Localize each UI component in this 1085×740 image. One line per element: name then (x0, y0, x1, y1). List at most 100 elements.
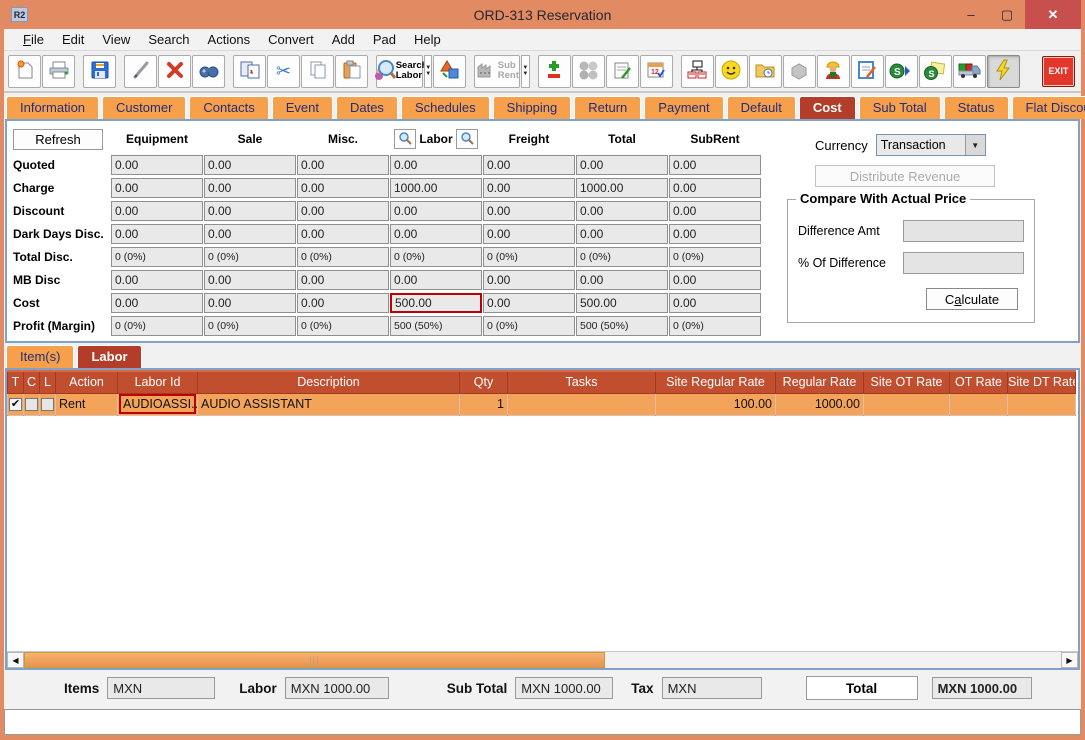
cost-cell-1-1[interactable]: 0.00 (204, 178, 296, 198)
labor-col-7[interactable]: Tasks (508, 371, 656, 393)
shipping-button[interactable] (953, 55, 986, 88)
tab-return[interactable]: Return (574, 96, 641, 119)
exit-button[interactable]: EXIT (1042, 56, 1075, 87)
sub-rent-spinner[interactable]: ▼▼ (521, 55, 529, 88)
cut-button[interactable]: ✂ (267, 55, 300, 88)
cost-cell-5-6[interactable]: 0.00 (669, 270, 761, 290)
cost-cell-4-5[interactable]: 0 (0%) (576, 247, 668, 267)
cost-cell-5-2[interactable]: 0.00 (297, 270, 389, 290)
cost-cell-0-1[interactable]: 0.00 (204, 155, 296, 175)
find-button[interactable] (192, 55, 225, 88)
cost-cell-7-0[interactable]: 0 (0%) (111, 316, 203, 336)
tab-labor[interactable]: Labor (77, 345, 141, 368)
shapes-button[interactable] (433, 55, 466, 88)
edit-button[interactable] (124, 55, 157, 88)
cost-cell-3-4[interactable]: 0.00 (483, 224, 575, 244)
scroll-right-icon[interactable]: ▶ (1061, 652, 1078, 668)
cost-cell-2-5[interactable]: 0.00 (576, 201, 668, 221)
labor-cell-tasks[interactable] (508, 393, 656, 415)
distribute-revenue-button[interactable]: Distribute Revenue (815, 165, 995, 187)
labor-cell-qty[interactable]: 1 (460, 393, 508, 415)
edit-note-button[interactable] (851, 55, 884, 88)
tab-information[interactable]: Information (6, 96, 99, 119)
pct-difference-field[interactable] (903, 252, 1024, 274)
difference-amt-field[interactable] (903, 220, 1024, 242)
cost-cell-2-0[interactable]: 0.00 (111, 201, 203, 221)
tab-status[interactable]: Status (944, 96, 1009, 119)
search-labor-spinner[interactable]: ▼▼ (424, 55, 432, 88)
cost-cell-3-6[interactable]: 0.00 (669, 224, 761, 244)
cost-cell-6-3[interactable]: 500.00 (390, 293, 482, 313)
cost-cell-0-6[interactable]: 0.00 (669, 155, 761, 175)
tab-customer[interactable]: Customer (102, 96, 186, 119)
cost-cell-6-0[interactable]: 0.00 (111, 293, 203, 313)
cost-cell-0-4[interactable]: 0.00 (483, 155, 575, 175)
labor-search-left-button[interactable] (394, 129, 416, 149)
cost-cell-7-6[interactable]: 0 (0%) (669, 316, 761, 336)
add-remove-button[interactable] (538, 55, 571, 88)
labor-col-3[interactable]: Action (56, 371, 118, 393)
t-checkbox[interactable]: ✔ (9, 398, 22, 411)
tab-dates[interactable]: Dates (336, 96, 398, 119)
currency-select[interactable]: Transaction ▼ (876, 134, 986, 156)
cost-cell-5-5[interactable]: 0.00 (576, 270, 668, 290)
org-chart-button[interactable] (681, 55, 714, 88)
cost-cell-4-0[interactable]: 0 (0%) (111, 247, 203, 267)
labor-cell-labor_id[interactable]: AUDIOASSI... (118, 393, 198, 415)
menu-file[interactable]: File (14, 30, 53, 49)
chevron-down-icon[interactable]: ▼ (965, 135, 985, 155)
copy-button[interactable] (301, 55, 334, 88)
notes-button[interactable] (606, 55, 639, 88)
menu-pad[interactable]: Pad (364, 30, 405, 49)
labor-search-right-button[interactable] (456, 129, 478, 149)
cost-cell-6-6[interactable]: 0.00 (669, 293, 761, 313)
crew-button[interactable] (817, 55, 850, 88)
labor-col-4[interactable]: Labor Id (118, 371, 198, 393)
tab-sub-total[interactable]: Sub Total (859, 96, 941, 119)
paste-button[interactable] (335, 55, 368, 88)
labor-col-1[interactable]: C (24, 371, 40, 393)
cost-cell-2-3[interactable]: 0.00 (390, 201, 482, 221)
scrollbar-thumb[interactable]: ||| (24, 652, 605, 668)
cost-cell-0-5[interactable]: 0.00 (576, 155, 668, 175)
cost-cell-4-4[interactable]: 0 (0%) (483, 247, 575, 267)
tab-default[interactable]: Default (727, 96, 796, 119)
cost-cell-5-0[interactable]: 0.00 (111, 270, 203, 290)
cost-cell-1-4[interactable]: 0.00 (483, 178, 575, 198)
menu-add[interactable]: Add (323, 30, 364, 49)
labor-col-0[interactable]: T (8, 371, 24, 393)
labor-col-11[interactable]: OT Rate (950, 371, 1008, 393)
cost-cell-5-3[interactable]: 0.00 (390, 270, 482, 290)
tab-cost[interactable]: Cost (799, 96, 856, 119)
menu-edit[interactable]: Edit (53, 30, 93, 49)
cost-cell-2-1[interactable]: 0.00 (204, 201, 296, 221)
save-button[interactable] (83, 55, 116, 88)
cost-cell-4-2[interactable]: 0 (0%) (297, 247, 389, 267)
cost-cell-4-6[interactable]: 0 (0%) (669, 247, 761, 267)
cost-cell-0-2[interactable]: 0.00 (297, 155, 389, 175)
menu-view[interactable]: View (93, 30, 139, 49)
tab-shipping[interactable]: Shipping (493, 96, 572, 119)
labor-cell-site_dt_rate[interactable] (1008, 393, 1076, 415)
billing-button[interactable]: S (919, 55, 952, 88)
cost-cell-2-4[interactable]: 0.00 (483, 201, 575, 221)
menu-convert[interactable]: Convert (259, 30, 323, 49)
cost-cell-2-2[interactable]: 0.00 (297, 201, 389, 221)
sub-rent-button[interactable]: Sub Rent (474, 55, 520, 88)
cost-cell-6-2[interactable]: 0.00 (297, 293, 389, 313)
labor-col-8[interactable]: Site Regular Rate (656, 371, 776, 393)
cost-cell-3-3[interactable]: 0.00 (390, 224, 482, 244)
labor-col-10[interactable]: Site OT Rate (864, 371, 950, 393)
labor-id-highlighted[interactable]: AUDIOASSI... (119, 394, 196, 414)
labor-col-5[interactable]: Description (198, 371, 460, 393)
labor-row-0[interactable]: ✔RentAUDIOASSI...AUDIO ASSISTANT1100.001… (8, 393, 1076, 415)
labor-col-6[interactable]: Qty (460, 371, 508, 393)
smiley-button[interactable] (715, 55, 748, 88)
folder-history-button[interactable] (749, 55, 782, 88)
menu-search[interactable]: Search (139, 30, 198, 49)
tab-flat-discounts[interactable]: Flat Discounts (1012, 96, 1085, 119)
copy-to-button[interactable] (233, 55, 266, 88)
cost-cell-5-1[interactable]: 0.00 (204, 270, 296, 290)
labor-cell-action[interactable]: Rent (56, 393, 118, 415)
cost-cell-1-2[interactable]: 0.00 (297, 178, 389, 198)
